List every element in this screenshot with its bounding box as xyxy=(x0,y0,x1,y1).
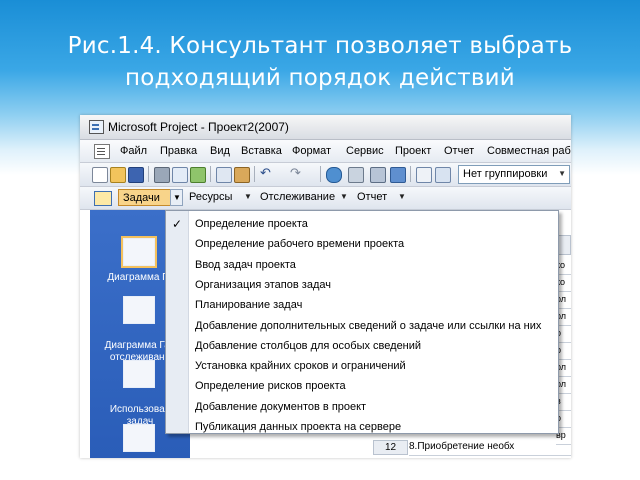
tracking-button[interactable]: Отслеживание ▼ xyxy=(256,189,356,206)
calendar-icon[interactable] xyxy=(123,424,155,452)
new-icon[interactable] xyxy=(92,167,108,183)
menu-bar: Файл Правка Вид Вставка Формат Сервис Пр… xyxy=(80,140,571,163)
dropdown-menu-item-label: Публикация данных проекта на сервере xyxy=(195,421,402,433)
notes-icon[interactable] xyxy=(435,167,451,183)
dropdown-menu-item-label: Определение рисков проекта xyxy=(195,380,346,393)
report-button-label: Отчет xyxy=(357,191,388,203)
dropdown-menu-item[interactable]: Добавление документов в проект xyxy=(166,398,558,418)
paste-icon[interactable] xyxy=(234,167,250,183)
dropdown-menu-item[interactable]: Публикация данных проекта на сервере xyxy=(166,418,558,438)
tracking-button-label: Отслеживание xyxy=(260,191,336,203)
dropdown-menu-item-label: Определение проекта xyxy=(195,218,308,230)
slide-title-line-1: Рис.1.4. Консультант позволяет выбрать xyxy=(67,33,573,59)
window-titlebar: Microsoft Project - Проект2(2007) xyxy=(80,115,571,140)
menu-file[interactable]: Файл xyxy=(120,145,147,157)
dropdown-menu-item-label: Добавление столбцов для особых сведений xyxy=(195,339,422,352)
task-usage-icon[interactable] xyxy=(123,360,155,388)
redo-icon[interactable]: ↷ xyxy=(290,167,304,181)
project-guide-icon[interactable] xyxy=(94,191,112,206)
report-button[interactable]: Отчет ▼ xyxy=(353,189,413,206)
menu-project[interactable]: Проект xyxy=(395,145,431,157)
toolbar-separator xyxy=(148,166,149,182)
dropdown-menu-item-label: Планирование задач xyxy=(195,299,303,312)
menu-view[interactable]: Вид xyxy=(210,145,230,157)
project-app-icon xyxy=(89,120,104,134)
dropdown-menu-item-label: Определение рабочего времени проекта xyxy=(195,238,405,251)
copy-icon[interactable] xyxy=(216,167,232,183)
document-icon[interactable] xyxy=(94,144,110,159)
split-task-icon[interactable] xyxy=(390,167,406,183)
view-gantt-chart-label: Диаграмма Га xyxy=(107,272,173,283)
dropdown-menu-item-label: Установка крайних сроков и ограничений xyxy=(195,360,406,373)
toolbar-separator xyxy=(254,166,255,182)
tasks-button[interactable]: Задачи xyxy=(118,189,171,206)
save-icon[interactable] xyxy=(128,167,144,183)
print-icon[interactable] xyxy=(154,167,170,183)
chevron-down-icon[interactable]: ▼ xyxy=(244,192,252,201)
resources-button[interactable]: Ресурсы ▼ xyxy=(185,189,255,206)
toolbar-separator xyxy=(410,166,411,182)
task-info-icon[interactable] xyxy=(416,167,432,183)
chevron-down-icon: ▼ xyxy=(173,193,181,202)
toolbar-separator xyxy=(210,166,211,182)
menu-format[interactable]: Формат xyxy=(292,145,331,157)
dropdown-menu-item-label: Организация этапов задач xyxy=(195,278,331,291)
toolbar-separator xyxy=(320,166,321,182)
gantt-chart-icon[interactable] xyxy=(121,236,157,268)
chevron-down-icon[interactable]: ▼ xyxy=(340,192,348,201)
link-tasks-icon[interactable] xyxy=(348,167,364,183)
dropdown-menu-item[interactable]: Установка крайних сроков и ограничений xyxy=(166,357,558,377)
dropdown-menu-item[interactable]: Ввод задач проекта xyxy=(166,256,558,276)
menu-edit[interactable]: Правка xyxy=(160,145,197,157)
dropdown-menu-item[interactable]: Планирование задач xyxy=(166,296,558,316)
task-name-cell[interactable]: 8.Приобретение необх xyxy=(409,440,571,456)
dropdown-menu-item[interactable]: Добавление столбцов для особых сведений xyxy=(166,337,558,357)
tasks-dropdown-toggle[interactable]: ▼ xyxy=(170,189,183,206)
undo-icon[interactable]: ↶ xyxy=(260,167,274,181)
group-by-value: Нет группировки xyxy=(463,168,548,180)
spelling-icon[interactable] xyxy=(190,167,206,183)
slide-title: Рис.1.4. Консультант позволяет выбрать п… xyxy=(40,30,600,94)
group-by-select[interactable]: Нет группировки ▼ xyxy=(458,165,570,184)
dropdown-menu-item[interactable]: Организация этапов задач xyxy=(166,276,558,296)
hyperlink-icon[interactable] xyxy=(326,167,342,183)
slide-title-line-2: подходящий порядок действий xyxy=(125,65,515,91)
chevron-down-icon[interactable]: ▼ xyxy=(398,192,406,201)
menu-collaborate[interactable]: Совместная рабо xyxy=(487,145,571,157)
tasks-button-label: Задачи xyxy=(123,192,160,204)
dropdown-menu-item[interactable]: Определение рисков проекта xyxy=(166,377,558,397)
menu-report[interactable]: Отчет xyxy=(444,145,474,157)
chevron-down-icon[interactable]: ▼ xyxy=(558,169,566,178)
dropdown-menu-item[interactable]: ✓ Определение проекта xyxy=(166,215,558,235)
open-icon[interactable] xyxy=(110,167,126,183)
resources-button-label: Ресурсы xyxy=(189,191,233,203)
dropdown-menu-item-label: Ввод задач проекта xyxy=(195,258,296,271)
checkmark-icon: ✓ xyxy=(172,217,183,231)
tasks-dropdown-menu: ✓ Определение проекта Определение рабочего… xyxy=(165,210,559,434)
window-title: Microsoft Project - Проект2(2007) xyxy=(108,120,289,134)
dropdown-menu-item-label: Добавление документов в проект xyxy=(195,400,367,413)
dropdown-menu-item[interactable]: Определение рабочего времени проекта xyxy=(166,235,558,255)
standard-toolbar: ↶ ↷ Нет группировки ▼ xyxy=(80,163,571,187)
project-guide-toolbar: Задачи ▼ Ресурсы ▼ Отслеживание ▼ Отчет … xyxy=(80,187,571,210)
menu-tools[interactable]: Сервис xyxy=(346,145,384,157)
tracking-gantt-icon[interactable] xyxy=(123,296,155,324)
print-preview-icon[interactable] xyxy=(172,167,188,183)
dropdown-menu-item[interactable]: Добавление дополнительных сведений о зад… xyxy=(166,317,558,337)
ms-project-window: Microsoft Project - Проект2(2007) Файл П… xyxy=(80,115,571,458)
dropdown-menu-item-label: Добавление дополнительных сведений о зад… xyxy=(195,319,542,332)
row-number[interactable]: 12 xyxy=(373,440,408,455)
unlink-tasks-icon[interactable] xyxy=(370,167,386,183)
menu-insert[interactable]: Вставка xyxy=(241,145,282,157)
